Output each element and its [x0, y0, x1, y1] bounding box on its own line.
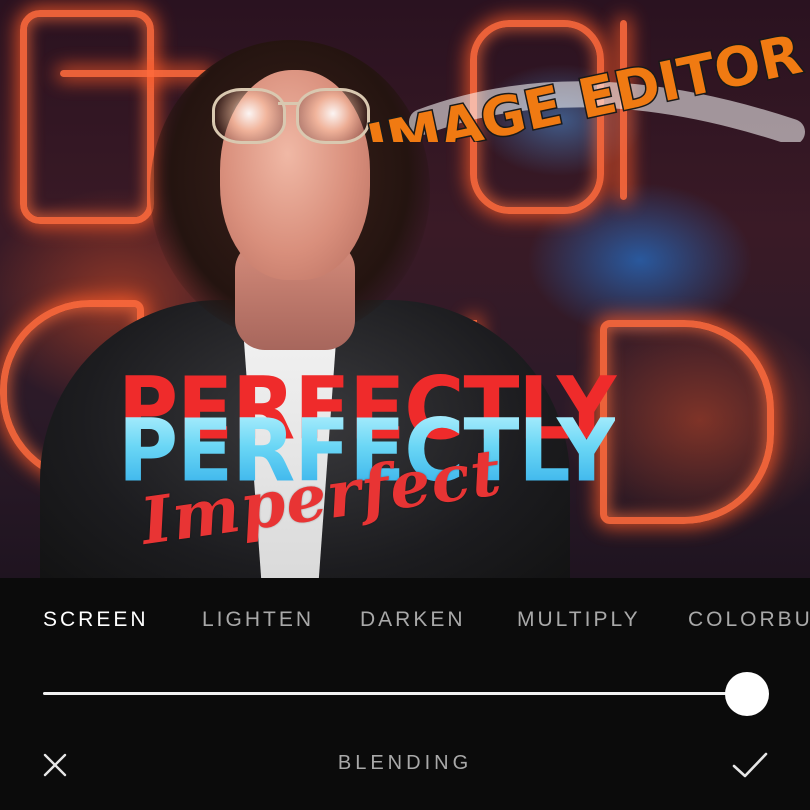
check-icon — [732, 752, 768, 778]
panel-title: BLENDING — [337, 752, 473, 774]
opacity-slider-thumb[interactable] — [725, 672, 769, 716]
blend-mode-screen[interactable]: SCREEN — [43, 608, 149, 632]
blend-mode-lighten[interactable]: LIGHTEN — [202, 608, 314, 632]
opacity-slider-track[interactable] — [43, 692, 748, 695]
image-editor-sticker-art: IMAGE EDITOR — [360, 21, 808, 177]
neon-sign-shape — [60, 70, 210, 77]
image-editor-sticker[interactable]: IMAGE EDITOR — [352, 21, 810, 177]
blend-mode-list[interactable]: SCREEN LIGHTEN DARKEN MULTIPLY COLORBU — [0, 608, 810, 638]
blend-mode-colorburn[interactable]: COLORBU — [688, 608, 810, 632]
photo-canvas[interactable]: IMAGE EDITOR PERFECTLY PERFECTLY Imperfe… — [0, 0, 810, 578]
blend-mode-darken[interactable]: DARKEN — [360, 608, 466, 632]
neon-sign-shape — [600, 320, 774, 524]
glasses — [208, 88, 370, 148]
confirm-button[interactable] — [730, 748, 770, 782]
blending-panel: SCREEN LIGHTEN DARKEN MULTIPLY COLORBU B… — [0, 578, 810, 810]
neon-sign-shape — [20, 10, 154, 224]
glasses-lens — [212, 88, 286, 144]
blend-mode-multiply[interactable]: MULTIPLY — [517, 608, 641, 632]
